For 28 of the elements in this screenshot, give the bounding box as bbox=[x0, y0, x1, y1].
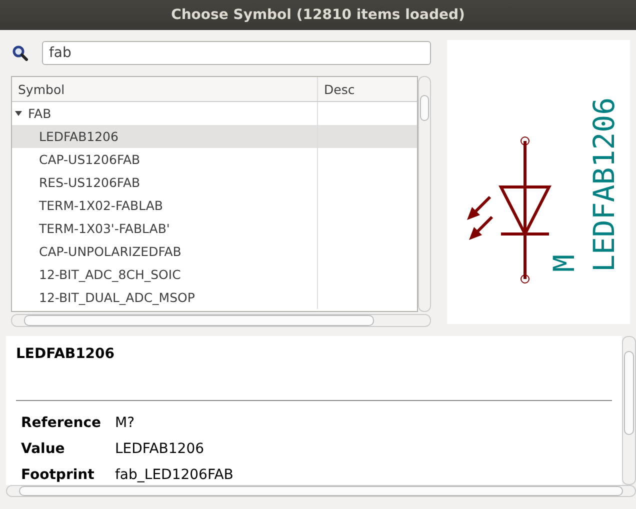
scrollbar[interactable] bbox=[6, 485, 636, 497]
field-label: Footprint bbox=[21, 466, 96, 485]
tree-item[interactable]: 12-BIT_DUAL_ADC_MSOP bbox=[12, 286, 417, 309]
expand-arrow-icon[interactable] bbox=[15, 110, 22, 117]
field-label: Value bbox=[21, 440, 66, 459]
symbol-reference: M bbox=[547, 254, 581, 272]
scrollbar[interactable] bbox=[622, 336, 636, 485]
column-header[interactable]: Symbol bbox=[12, 77, 317, 101]
tree-item[interactable]: CAP-UNPOLARIZEDFAB bbox=[12, 240, 417, 263]
field-label: Reference bbox=[21, 414, 102, 433]
tree-item[interactable]: TERM-1X02-FABLAB bbox=[12, 194, 417, 217]
column-header[interactable]: Desc bbox=[317, 77, 417, 101]
symbol-value: LEDFAB1206 bbox=[587, 97, 621, 272]
window-title: Choose Symbol (12810 items loaded) bbox=[171, 7, 465, 23]
search-icon bbox=[12, 45, 28, 61]
tree-item[interactable]: CAP-US1206FAB bbox=[12, 148, 417, 171]
tree-item[interactable]: 12-BIT_ADC_8CH_SOIC bbox=[12, 263, 417, 286]
field-value: fab_LED1206FAB bbox=[115, 466, 234, 485]
search-field[interactable]: fab bbox=[42, 41, 431, 65]
tree-item[interactable]: LEDFAB1206 bbox=[12, 125, 417, 148]
field-value: M? bbox=[115, 414, 136, 433]
field-value: LEDFAB1206 bbox=[115, 440, 206, 459]
scrollbar[interactable] bbox=[11, 314, 431, 327]
tree-group[interactable]: FAB bbox=[28, 106, 52, 121]
tree-item[interactable]: RES-US1206FAB bbox=[12, 171, 417, 194]
tree-item[interactable]: TERM-1X03'-FABLAB' bbox=[12, 217, 417, 240]
symbol-name: LEDFAB1206 bbox=[16, 346, 116, 362]
scrollbar[interactable] bbox=[418, 76, 431, 312]
